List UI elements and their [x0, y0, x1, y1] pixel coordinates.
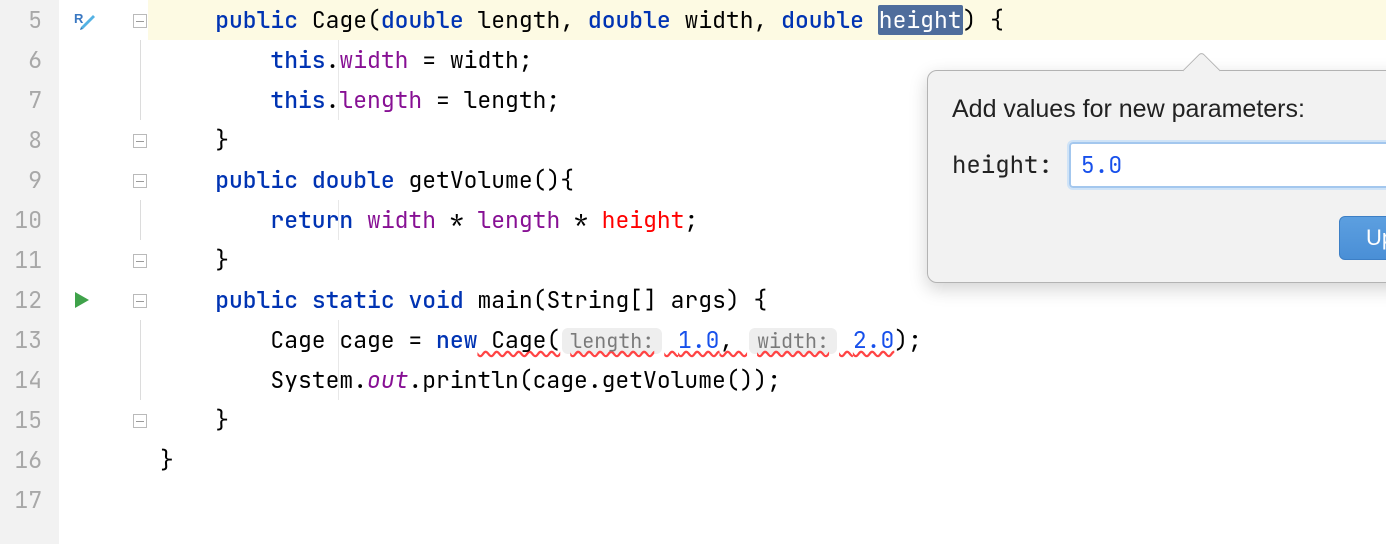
line-number: 14 [0, 360, 58, 400]
popover-title: Add values for new parameters: [952, 95, 1386, 124]
brace: } [215, 125, 229, 155]
line-number: 13 [0, 320, 58, 360]
update-button[interactable]: Update [1339, 216, 1386, 260]
fold-guide [140, 320, 141, 400]
brace: } [215, 405, 229, 435]
code-text: (){ [533, 165, 574, 195]
fold-toggle-icon[interactable] [133, 414, 147, 428]
identifier: Cage [312, 5, 367, 35]
keyword: new [436, 325, 477, 355]
code-text: .println(cage.getVolume()); [408, 365, 781, 395]
code-text: ) { [963, 5, 1004, 35]
fold-toggle-icon[interactable] [133, 254, 147, 268]
identifier: getVolume [408, 165, 532, 195]
code-text: System. [270, 365, 367, 395]
fold-toggle-icon[interactable] [133, 294, 147, 308]
code-text: Cage( [477, 325, 560, 355]
fold-guide [140, 200, 141, 240]
keyword: return [270, 205, 353, 235]
line-number: 15 [0, 400, 58, 440]
svg-text:R: R [74, 11, 84, 26]
line-number: 12 [0, 280, 58, 320]
field: length [477, 205, 560, 235]
code-text: = length; [422, 85, 560, 115]
code-line[interactable]: Cage cage = new Cage(length: 1.0, width:… [148, 320, 1386, 360]
refactor-icon[interactable]: R [73, 8, 95, 38]
line-number: 10 [0, 200, 58, 240]
code-text: ; [684, 205, 698, 235]
operator: * [436, 205, 477, 235]
add-parameter-popover: Add values for new parameters: height: U… [927, 70, 1386, 283]
parameter-value-input[interactable] [1069, 142, 1386, 188]
keyword: double [588, 5, 671, 35]
parameter-row: height: [952, 142, 1386, 188]
code-text: , [719, 325, 747, 355]
fold-toggle-icon[interactable] [133, 14, 147, 28]
line-number: 9 [0, 160, 58, 200]
inlay-hint: length: [562, 328, 662, 354]
keyword: public [215, 285, 298, 315]
field: width [339, 45, 408, 75]
field: length [339, 85, 422, 115]
keyword: this [270, 85, 325, 115]
operator: * [560, 205, 601, 235]
code-line[interactable]: public static void main(String[] args) { [148, 280, 1386, 320]
line-number-gutter: 5 6 7 8 9 10 11 12 13 14 15 16 17 [0, 0, 58, 544]
code-text: Cage cage = [270, 325, 436, 355]
inlay-hint: width: [749, 328, 837, 354]
brace: } [215, 245, 229, 275]
code-text: (String[] args) { [533, 285, 768, 315]
line-number: 16 [0, 440, 58, 480]
code-line[interactable]: } [148, 400, 1386, 440]
keyword: double [312, 165, 395, 195]
number-literal: 2.0 [853, 325, 894, 355]
brace: } [160, 445, 174, 475]
code-line[interactable]: System.out.println(cage.getVolume()); [148, 360, 1386, 400]
code-text: = width; [408, 45, 532, 75]
code-line[interactable]: } [148, 440, 1386, 480]
code-line[interactable] [148, 480, 1386, 520]
code-line[interactable]: public Cage(double length, double width,… [148, 0, 1386, 40]
code-text: ); [894, 325, 922, 355]
parameter: length [477, 5, 560, 35]
line-number: 7 [0, 80, 58, 120]
icon-gutter: R [58, 0, 148, 544]
fold-toggle-icon[interactable] [133, 134, 147, 148]
line-number: 8 [0, 120, 58, 160]
keyword: this [270, 45, 325, 75]
keyword: double [781, 5, 864, 35]
identifier: main [477, 285, 532, 315]
code-area[interactable]: public Cage(double length, double width,… [148, 0, 1386, 544]
selected-parameter[interactable]: height [878, 5, 963, 35]
parameter-label: height: [952, 150, 1053, 181]
run-icon[interactable] [73, 291, 91, 309]
line-number: 5 [0, 0, 58, 40]
line-number: 6 [0, 40, 58, 80]
parameter: width [685, 5, 754, 35]
keyword: double [381, 5, 464, 35]
error-underline: Cage(length: 1.0, width: 2.0 [477, 325, 894, 355]
static-field: out [367, 365, 408, 395]
number-literal: 1.0 [678, 325, 719, 355]
keyword: void [408, 285, 463, 315]
fold-guide [140, 40, 141, 120]
fold-toggle-icon[interactable] [133, 174, 147, 188]
code-editor[interactable]: 5 6 7 8 9 10 11 12 13 14 15 16 17 R [0, 0, 1386, 544]
unresolved-identifier: height [602, 205, 685, 235]
field: width [367, 205, 436, 235]
keyword: public [215, 165, 298, 195]
line-number: 11 [0, 240, 58, 280]
keyword: public [215, 5, 298, 35]
keyword: static [312, 285, 395, 315]
line-number: 17 [0, 480, 58, 520]
